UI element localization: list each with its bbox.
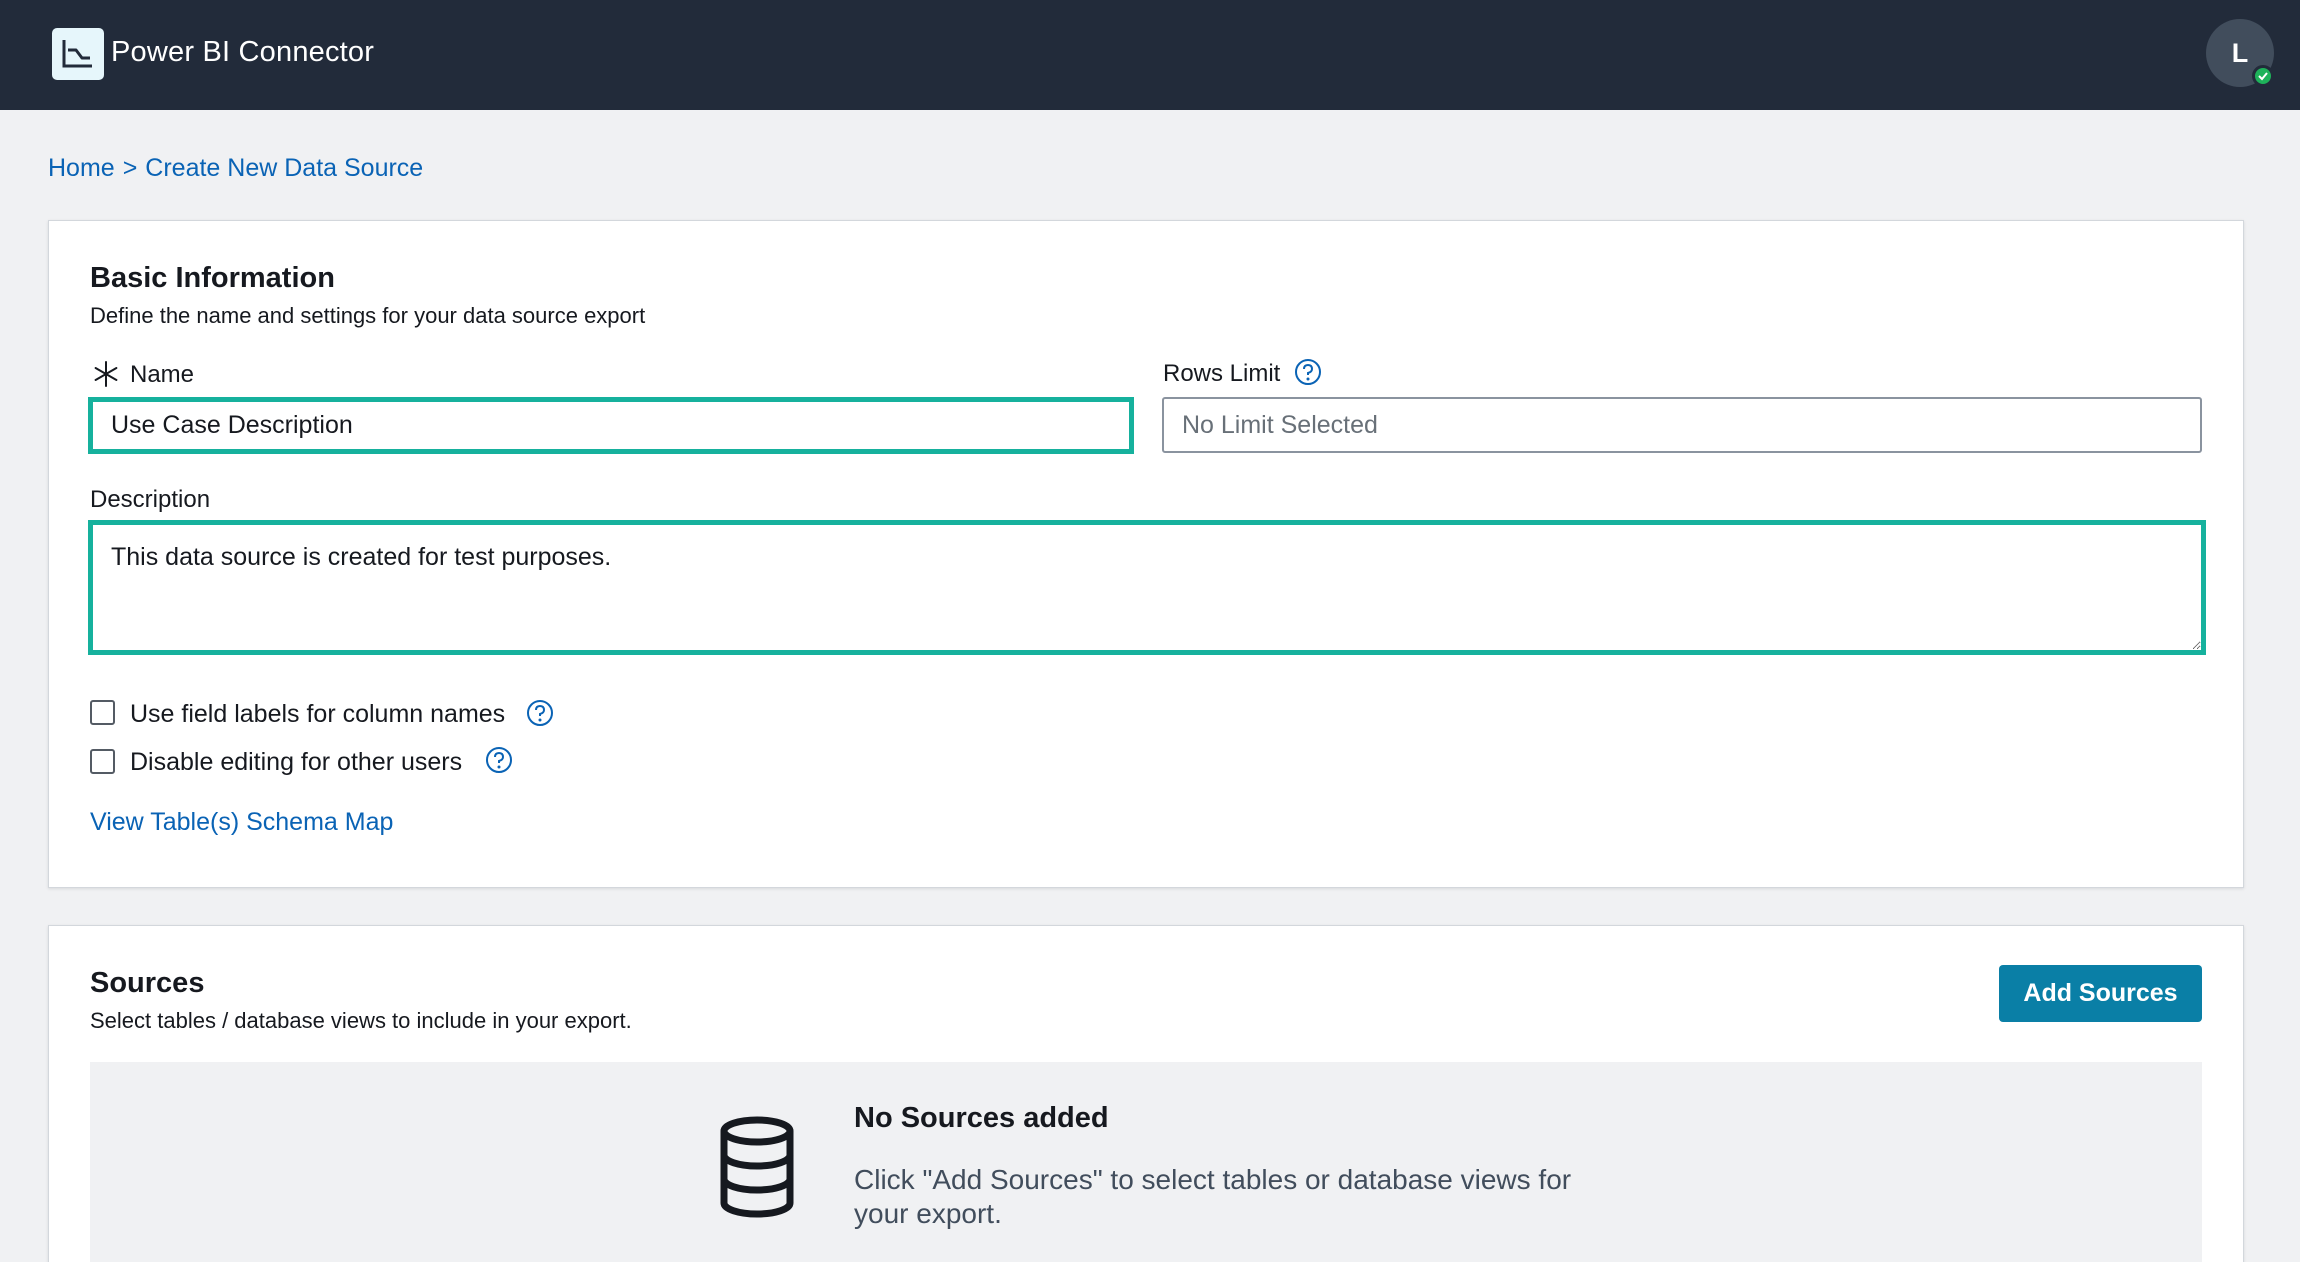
use-field-labels-label[interactable]: Use field labels for column names: [130, 700, 505, 729]
add-sources-button[interactable]: Add Sources: [1999, 965, 2202, 1022]
sources-subtitle: Select tables / database views to includ…: [90, 1008, 632, 1033]
empty-state-title: No Sources added: [854, 1102, 1109, 1134]
rows-limit-select[interactable]: [1162, 397, 2202, 453]
breadcrumb-current-link[interactable]: Create New Data Source: [145, 154, 423, 182]
basic-information-subtitle: Define the name and settings for your da…: [90, 303, 646, 328]
top-navigation-bar: Power BI Connector L: [0, 0, 2300, 110]
breadcrumb: Home > Create New Data Source: [48, 154, 423, 183]
database-icon: [720, 1116, 794, 1218]
sources-empty-state: [90, 1062, 2202, 1262]
rows-limit-label: Rows Limit: [1163, 360, 1281, 387]
field-labels-help-icon[interactable]: [526, 699, 554, 727]
name-label: Name: [130, 361, 195, 388]
name-input[interactable]: [88, 397, 1134, 454]
breadcrumb-home-link[interactable]: Home: [48, 154, 115, 182]
view-schema-map-link[interactable]: View Table(s) Schema Map: [90, 808, 393, 837]
breadcrumb-separator: >: [122, 154, 138, 182]
disable-editing-label[interactable]: Disable editing for other users: [130, 748, 462, 777]
disable-editing-checkbox[interactable]: [90, 749, 115, 774]
app-title[interactable]: Power BI Connector: [111, 36, 374, 69]
power-bi-connector-logo-icon[interactable]: [52, 28, 104, 80]
online-status-icon: [2252, 65, 2274, 87]
description-label: Description: [90, 486, 211, 513]
rows-limit-help-icon[interactable]: [1294, 358, 1322, 386]
required-asterisk-icon: [94, 361, 118, 387]
disable-editing-help-icon[interactable]: [485, 746, 513, 774]
sources-title: Sources: [90, 967, 205, 999]
use-field-labels-checkbox[interactable]: [90, 700, 115, 725]
description-textarea[interactable]: This data source is created for test pur…: [88, 520, 2206, 655]
basic-information-title: Basic Information: [90, 262, 335, 294]
empty-state-text: Click "Add Sources" to select tables or …: [854, 1164, 1572, 1229]
